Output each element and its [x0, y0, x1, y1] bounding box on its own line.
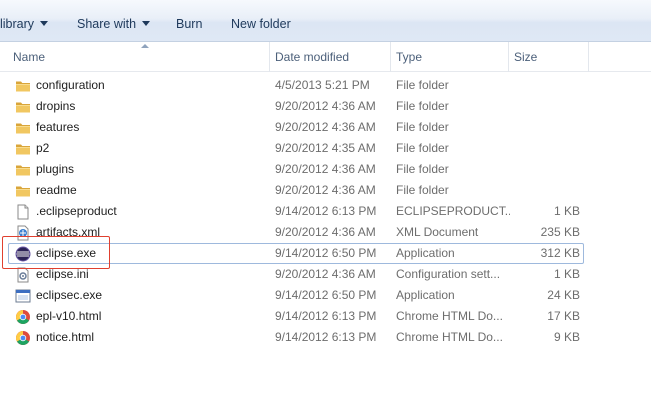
file-name: epl-v10.html: [36, 309, 102, 323]
column-header-date[interactable]: Date modified: [270, 42, 391, 72]
new-folder-button[interactable]: New folder: [231, 15, 291, 33]
file-date-modified: 9/20/2012 4:35 AM: [275, 141, 376, 155]
file-size: [514, 76, 580, 95]
highlight-box: [2, 236, 110, 269]
column-header-row: Name Date modified Type Size: [0, 42, 651, 72]
file-size: 1 KB: [553, 267, 580, 281]
file-size: [514, 118, 580, 137]
file-name: eclipsec.exe: [36, 288, 103, 302]
file-size: 17 KB: [547, 309, 580, 323]
file-name: dropins: [36, 99, 76, 113]
command-bar: library Share with Burn New folder: [0, 0, 651, 42]
file-date-modified: 9/20/2012 4:36 AM: [275, 267, 376, 281]
file-name: p2: [36, 141, 50, 155]
folder-icon: [15, 183, 31, 199]
application-icon: [15, 288, 31, 304]
file-row[interactable]: plugins 9/20/2012 4:36 AM File folder: [8, 159, 584, 180]
file-type: Application: [396, 246, 455, 260]
file-date-modified: 9/20/2012 4:36 AM: [275, 162, 376, 176]
file-row[interactable]: epl-v10.html 9/14/2012 6:13 PM Chrome HTML…: [8, 306, 584, 327]
file-date-modified: 9/20/2012 4:36 AM: [275, 120, 376, 134]
file-size: 235 KB: [540, 225, 580, 239]
file-name: features: [36, 120, 80, 134]
folder-icon: [15, 99, 31, 115]
folder-icon: [15, 78, 31, 94]
file-size: [514, 139, 580, 158]
file-type: Chrome HTML Do...: [396, 330, 503, 344]
file-name: readme: [36, 183, 77, 197]
column-name-label: Name: [13, 50, 46, 64]
file-row[interactable]: configuration 4/5/2013 5:21 PM File folder: [8, 75, 584, 96]
file-size: [514, 97, 580, 116]
file-type: Configuration sett...: [396, 267, 501, 281]
chrome-html-icon: [15, 330, 31, 346]
file-type: Chrome HTML Do...: [396, 309, 503, 323]
library-button[interactable]: library: [0, 15, 49, 33]
chrome-html-icon: [15, 309, 31, 325]
file-type: File folder: [396, 120, 449, 134]
file-type: XML Document: [396, 225, 479, 239]
file-date-modified: 9/20/2012 4:36 AM: [275, 99, 376, 113]
file-size: 24 KB: [547, 288, 580, 302]
file-date-modified: 9/14/2012 6:50 PM: [275, 288, 377, 302]
file-name: .eclipseproduct: [36, 204, 117, 218]
column-header-size[interactable]: Size: [509, 42, 589, 72]
file-row[interactable]: readme 9/20/2012 4:36 AM File folder: [8, 180, 584, 201]
file-date-modified: 9/14/2012 6:13 PM: [275, 309, 377, 323]
file-type: File folder: [396, 183, 449, 197]
file-row[interactable]: p2 9/20/2012 4:35 AM File folder: [8, 138, 584, 159]
burn-button[interactable]: Burn: [176, 15, 202, 33]
file-row[interactable]: features 9/20/2012 4:36 AM File folder: [8, 117, 584, 138]
library-label: library: [0, 17, 35, 31]
file-date-modified: 9/20/2012 4:36 AM: [275, 183, 376, 197]
sort-ascending-icon: [141, 44, 149, 48]
file-type: File folder: [396, 78, 449, 92]
column-header-type[interactable]: Type: [391, 42, 509, 72]
file-name: plugins: [36, 162, 75, 176]
file-type: File folder: [396, 162, 449, 176]
column-header-name[interactable]: Name: [8, 42, 270, 72]
file-row[interactable]: notice.html 9/14/2012 6:13 PM Chrome HTML …: [8, 327, 584, 348]
folder-icon: [15, 120, 31, 136]
file-icon: [15, 204, 31, 220]
file-date-modified: 9/14/2012 6:50 PM: [275, 246, 377, 260]
file-date-modified: 4/5/2013 5:21 PM: [275, 78, 370, 92]
folder-icon: [15, 162, 31, 178]
file-type: File folder: [396, 99, 449, 113]
file-date-modified: 9/20/2012 4:36 AM: [275, 225, 376, 239]
settings-file-icon: [15, 267, 31, 283]
file-name: notice.html: [36, 330, 95, 344]
file-date-modified: 9/14/2012 6:13 PM: [275, 204, 377, 218]
file-size: [514, 181, 580, 200]
share-with-label: Share with: [77, 17, 137, 31]
file-size: 9 KB: [553, 330, 580, 344]
file-row[interactable]: dropins 9/20/2012 4:36 AM File folder: [8, 96, 584, 117]
chevron-down-icon: [40, 21, 49, 27]
file-name: configuration: [36, 78, 105, 92]
folder-icon: [15, 141, 31, 157]
file-type: ECLIPSEPRODUCT...: [396, 204, 510, 218]
file-type: Application: [396, 288, 455, 302]
file-size: [514, 160, 580, 179]
file-row[interactable]: eclipsec.exe 9/14/2012 6:50 PM Application…: [8, 285, 584, 306]
file-size: 1 KB: [553, 204, 580, 218]
file-date-modified: 9/14/2012 6:13 PM: [275, 330, 377, 344]
file-row[interactable]: .eclipseproduct 9/14/2012 6:13 PM ECLIPSEP…: [8, 201, 584, 222]
file-size: 312 KB: [540, 246, 580, 260]
share-with-button[interactable]: Share with: [77, 15, 151, 33]
chevron-down-icon: [142, 21, 151, 27]
file-type: File folder: [396, 141, 449, 155]
